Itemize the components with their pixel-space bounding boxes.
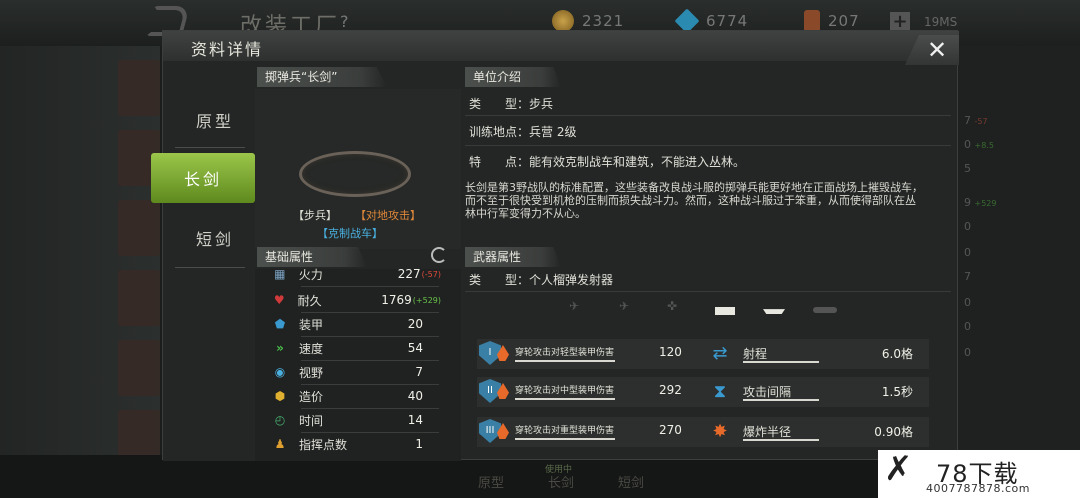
bg-stat: 9 +529 (964, 196, 997, 209)
variant-tabs: 原型 长剑 短剑 (151, 61, 255, 461)
bg-stat: 0 (964, 220, 971, 233)
damage-row-heavy: III 穿轮攻击对重型装甲伤害 270 ✸ 爆炸半径 0.90格 (477, 417, 929, 447)
stat-row-time: ◴ 时间 14 (271, 409, 441, 431)
divider (175, 267, 245, 268)
watermark: ✗ 78下载 4007787878.com (878, 450, 1080, 498)
unit-name-header: 掷弹兵“长剑” (257, 67, 387, 87)
unit-card[interactable] (118, 270, 160, 326)
stat-row-speed: » 速度 54 (271, 337, 441, 359)
bg-stat: 5 (964, 162, 971, 175)
unit-description: 长剑是第3野战队的标准配置，这些装备改良战斗服的掷弹兵能更好地在正面战场上摧毁战… (465, 181, 923, 220)
tab-longsword[interactable]: 长剑 (151, 153, 255, 203)
close-icon: ✕ (926, 36, 948, 64)
unit-tag-ground-attack: 【对地攻击】 (355, 209, 421, 222)
unit-tag-infantry: 【步兵】 (293, 209, 337, 222)
jet-icon: ✈ (619, 299, 630, 313)
heavy-armor-icon: III (479, 419, 501, 443)
ship-icon (763, 309, 785, 314)
command-icon: ♟ (274, 437, 286, 451)
stat-row-armor: ⬟ 装甲 20 (271, 313, 441, 335)
unit-pedestal (299, 151, 411, 197)
watermark-logo-icon: ✗ (884, 449, 913, 489)
stat-row-cost: ⬢ 造价 40 (271, 385, 441, 407)
refresh-icon[interactable] (431, 247, 447, 263)
clock-icon: ◴ (274, 413, 286, 427)
heart-icon: ♥ (273, 293, 285, 307)
bg-stat: 7 (964, 270, 971, 283)
bg-stat: 7 -57 (964, 114, 988, 127)
unit-training-row: 训练地点：兵营 2级 (469, 125, 577, 139)
unit-intro-header: 单位介绍 (465, 67, 561, 87)
dialog-title: 资料详情 (191, 40, 264, 59)
network-status: 19MS (924, 15, 958, 29)
help-icon[interactable]: ? (340, 12, 349, 31)
aircraft-icon: ✈ (569, 299, 580, 313)
unit-feature-row: 特 点：能有效克制战车和建筑，不能进入丛林。 (469, 155, 746, 169)
speed-icon: » (276, 341, 284, 355)
unit-type-row: 类 型：步兵 (469, 97, 554, 111)
stat-row-vision: ◉ 视野 7 (271, 361, 441, 383)
gold-coin-icon (552, 10, 574, 32)
range-icon: ⇄ (712, 343, 728, 364)
explosion-icon: ✸ (712, 421, 728, 442)
cost-icon: ⬢ (274, 389, 286, 403)
dialog-header (163, 31, 959, 61)
detail-dialog: 资料详情 ✕ 原型 长剑 短剑 掷弹兵“长剑” 【步兵】 【对地攻击】 【克制战… (151, 30, 959, 461)
bg-stat: 0 (964, 346, 971, 359)
bottom-tab-shortsword[interactable]: 短剑 (618, 472, 644, 491)
unit-card[interactable] (118, 60, 160, 116)
helicopter-icon: ✜ (667, 299, 678, 313)
divider (175, 147, 245, 148)
stat-row-command: ♟ 指挥点数 1 (271, 433, 441, 455)
card-resource: 207 (804, 10, 860, 32)
bg-stat: 0 (964, 320, 971, 333)
bg-stat: 0 (964, 296, 971, 309)
damage-row-light: I 穿轮攻击对轻型装甲伤害 120 ⇄ 射程 6.0格 (477, 339, 929, 369)
light-armor-icon: I (479, 341, 501, 365)
tab-prototype[interactable]: 原型 (175, 95, 255, 145)
bottom-tab-prototype[interactable]: 原型 (478, 472, 504, 491)
unit-card[interactable] (118, 340, 160, 396)
stat-row-firepower: ▦ 火力 227 (-57) (271, 263, 441, 285)
unit-tag-counter-vehicle: 【克制战车】 (317, 227, 383, 240)
bottom-tab-longsword[interactable]: 长剑 (548, 472, 574, 491)
card-icon (804, 10, 820, 32)
diamond-resource: 6774 (674, 8, 748, 34)
stat-row-durability: ♥ 耐久 1769 (+529) (271, 289, 441, 311)
weapon-header: 武器属性 (465, 247, 561, 267)
tab-shortsword[interactable]: 短剑 (175, 213, 255, 263)
bg-stat: 0 +8.5 (964, 138, 994, 151)
damage-row-medium: II 穿轮攻击对中型装甲伤害 292 ⧗ 攻击间隔 1.5秒 (477, 377, 929, 407)
eye-icon: ◉ (274, 365, 286, 379)
weapon-type-row: 类 型：个人榴弹发射器 (469, 273, 614, 287)
hourglass-icon: ⧗ (713, 381, 727, 402)
gold-resource: 2321 (552, 10, 624, 32)
add-resource-button[interactable]: + (890, 12, 910, 32)
unit-card[interactable] (118, 200, 160, 256)
submarine-icon (813, 307, 837, 313)
bg-stat: 0 (964, 246, 971, 259)
armor-icon: ⬟ (274, 317, 286, 331)
tank-icon (715, 307, 735, 315)
medium-armor-icon: II (479, 379, 501, 403)
firepower-icon: ▦ (274, 267, 286, 281)
